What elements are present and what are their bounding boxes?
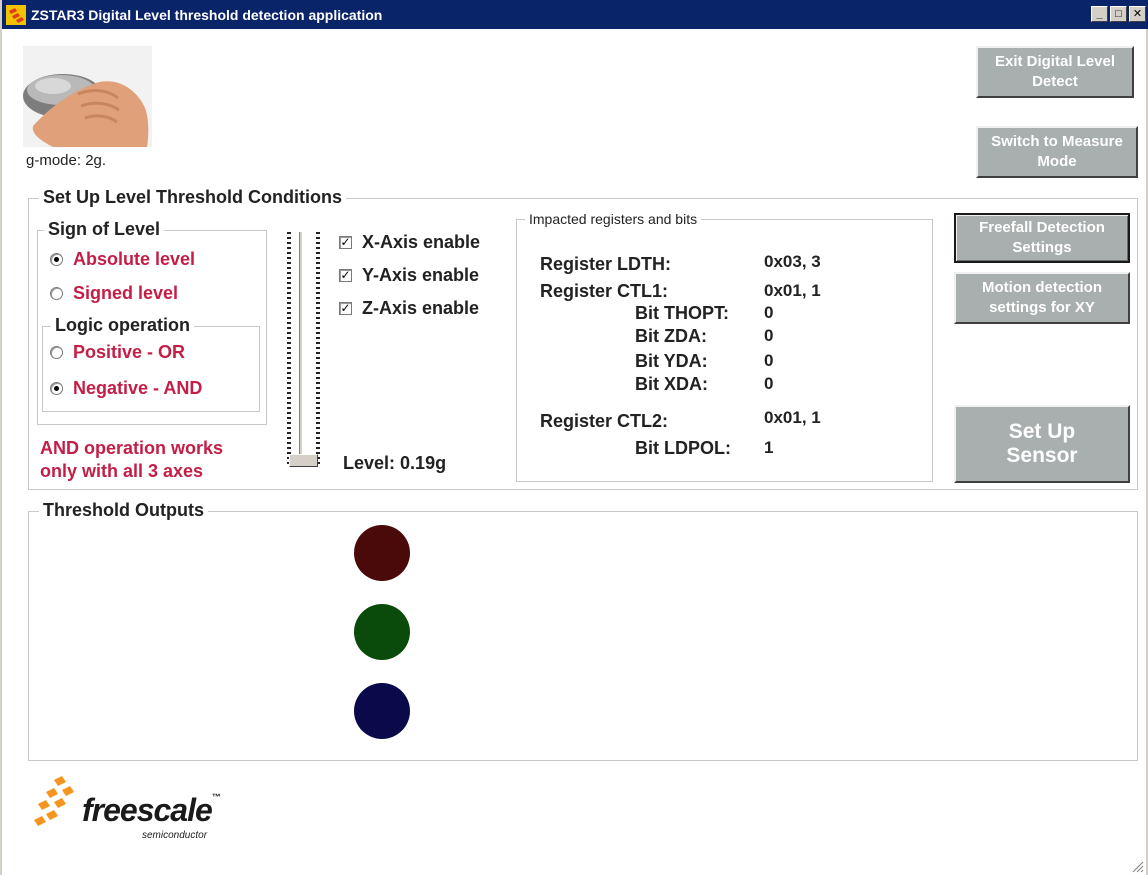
and-warning-text: AND operation works only with all 3 axes	[40, 437, 223, 483]
level-value: 0.19g	[400, 453, 447, 473]
minimize-button[interactable]: _	[1091, 6, 1108, 22]
gmode-readout: g-mode: 2g.	[26, 152, 106, 169]
register-value: 0x01, 1	[764, 408, 821, 427]
register-bit-name: Bit THOPT:	[635, 303, 729, 323]
checkbox-box[interactable]: ✓	[339, 236, 352, 249]
y-output-indicator	[354, 604, 410, 660]
freescale-brand: freescale	[82, 792, 213, 828]
register-name: Register LDTH:	[540, 254, 672, 274]
checkbox-label: Y-Axis enable	[362, 265, 480, 285]
register-value: 0x01, 1	[764, 281, 821, 300]
radio-indicator[interactable]	[50, 346, 63, 359]
sign-of-level-title: Sign of Level	[44, 219, 165, 240]
register-value: 0x03, 3	[764, 252, 821, 271]
exit-digital-level-button[interactable]: Exit Digital Level Detect	[976, 46, 1134, 98]
radio-indicator[interactable]	[50, 287, 63, 300]
register-bit-name: Bit YDA:	[635, 351, 708, 371]
level-label: Level:	[343, 453, 396, 473]
app-window: ZSTAR3 Digital Level threshold detection…	[0, 0, 1148, 875]
radio-label: Absolute level	[73, 249, 196, 269]
freescale-wordmark: freescale™	[82, 792, 221, 829]
register-bit-name: Bit LDPOL:	[635, 438, 731, 458]
x-output-indicator	[354, 525, 410, 581]
absolute-level-radio[interactable]: Absolute level	[50, 249, 195, 270]
register-name: Register CTL1:	[540, 281, 669, 301]
checkbox-box[interactable]: ✓	[339, 269, 352, 282]
level-slider-track[interactable]	[299, 232, 303, 466]
app-icon	[6, 4, 26, 25]
level-readout: Level: 0.19g	[343, 453, 446, 474]
resize-grip-icon[interactable]	[1130, 859, 1144, 873]
register-bit-value: 0	[764, 374, 774, 393]
hand-mouse-image	[23, 46, 152, 147]
z-axis-checkbox[interactable]: ✓ Z-Axis enable	[339, 298, 479, 319]
z-output-indicator	[354, 683, 410, 739]
register-bit-value: 0	[764, 351, 774, 370]
warning-line: only with all 3 axes	[40, 461, 204, 481]
checkbox-label: Z-Axis enable	[362, 298, 480, 318]
positive-or-radio[interactable]: Positive - OR	[50, 342, 185, 363]
threshold-outputs-group: Threshold Outputs	[28, 500, 1138, 761]
radio-label: Positive - OR	[73, 342, 186, 362]
close-button[interactable]: ✕	[1129, 6, 1146, 22]
signed-level-radio[interactable]: Signed level	[50, 283, 178, 304]
register-bit-name: Bit ZDA:	[635, 326, 707, 346]
logic-operation-group: Logic operation	[42, 315, 260, 412]
slider-ticks	[287, 232, 291, 464]
warning-line: AND operation works	[40, 438, 224, 458]
freefall-settings-button[interactable]: Freefall Detection Settings	[954, 213, 1130, 263]
threshold-outputs-title: Threshold Outputs	[39, 500, 208, 521]
freescale-logo: freescale™ semiconductor	[32, 776, 252, 846]
register-bit-value: 0	[764, 303, 774, 322]
title-bar[interactable]: ZSTAR3 Digital Level threshold detection…	[2, 0, 1148, 29]
radio-indicator[interactable]	[50, 382, 63, 395]
switch-measure-mode-button[interactable]: Switch to Measure Mode	[976, 126, 1138, 178]
set-up-sensor-button[interactable]: Set Up Sensor	[954, 405, 1130, 483]
gmode-value: 2g.	[85, 152, 107, 169]
logic-operation-title: Logic operation	[51, 315, 194, 336]
maximize-button[interactable]: □	[1110, 6, 1127, 22]
setup-group-title: Set Up Level Threshold Conditions	[39, 187, 347, 208]
level-slider-thumb[interactable]	[289, 454, 318, 467]
y-axis-checkbox[interactable]: ✓ Y-Axis enable	[339, 265, 479, 286]
device-photo	[23, 46, 152, 147]
registers-title: Impacted registers and bits	[525, 211, 702, 227]
x-axis-checkbox[interactable]: ✓ X-Axis enable	[339, 232, 480, 253]
checkbox-box[interactable]: ✓	[339, 302, 352, 315]
gmode-label: g-mode:	[26, 152, 82, 169]
negative-and-radio[interactable]: Negative - AND	[50, 378, 202, 399]
window-title: ZSTAR3 Digital Level threshold detection…	[31, 6, 383, 23]
register-bit-name: Bit XDA:	[635, 374, 708, 394]
motion-settings-button[interactable]: Motion detection settings for XY	[954, 272, 1130, 324]
trademark: ™	[211, 792, 221, 802]
radio-indicator[interactable]	[50, 253, 63, 266]
radio-label: Signed level	[73, 283, 179, 303]
freescale-subtitle: semiconductor	[142, 830, 208, 841]
slider-ticks	[316, 232, 320, 464]
register-bit-value: 1	[764, 438, 774, 457]
register-bit-value: 0	[764, 326, 774, 345]
register-name: Register CTL2:	[540, 411, 669, 431]
radio-label: Negative - AND	[73, 378, 203, 398]
checkbox-label: X-Axis enable	[362, 232, 481, 252]
